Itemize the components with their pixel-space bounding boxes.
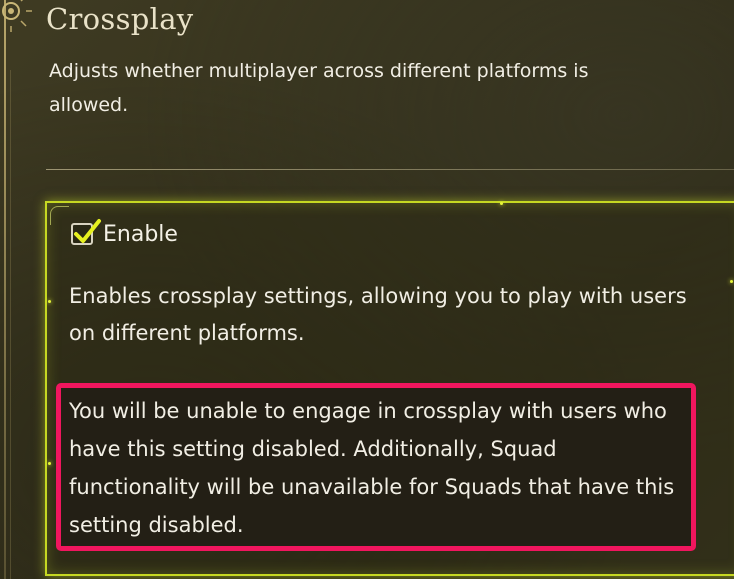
checkmark-icon (74, 219, 101, 243)
glow-sparkle (500, 202, 503, 205)
sun-ornament-icon (2, 0, 32, 32)
section-divider (46, 169, 734, 170)
panel-corner-ornament (50, 206, 69, 225)
frame-left-line (4, 0, 6, 579)
crossplay-note: You will be unable to engage in crosspla… (69, 399, 675, 537)
enable-checkbox-row[interactable]: Enable (71, 218, 178, 250)
frame-left-line-inner (10, 70, 11, 579)
glow-sparkle (48, 300, 51, 303)
glow-sparkle (730, 280, 733, 283)
enable-description: Enables crossplay settings, allowing you… (69, 284, 687, 345)
enable-checkbox[interactable] (71, 219, 101, 245)
setting-description: Adjusts whether multiplayer across diffe… (49, 60, 589, 116)
setting-title: Crossplay (46, 2, 194, 36)
glow-sparkle (48, 462, 51, 465)
enable-label: Enable (103, 221, 178, 247)
